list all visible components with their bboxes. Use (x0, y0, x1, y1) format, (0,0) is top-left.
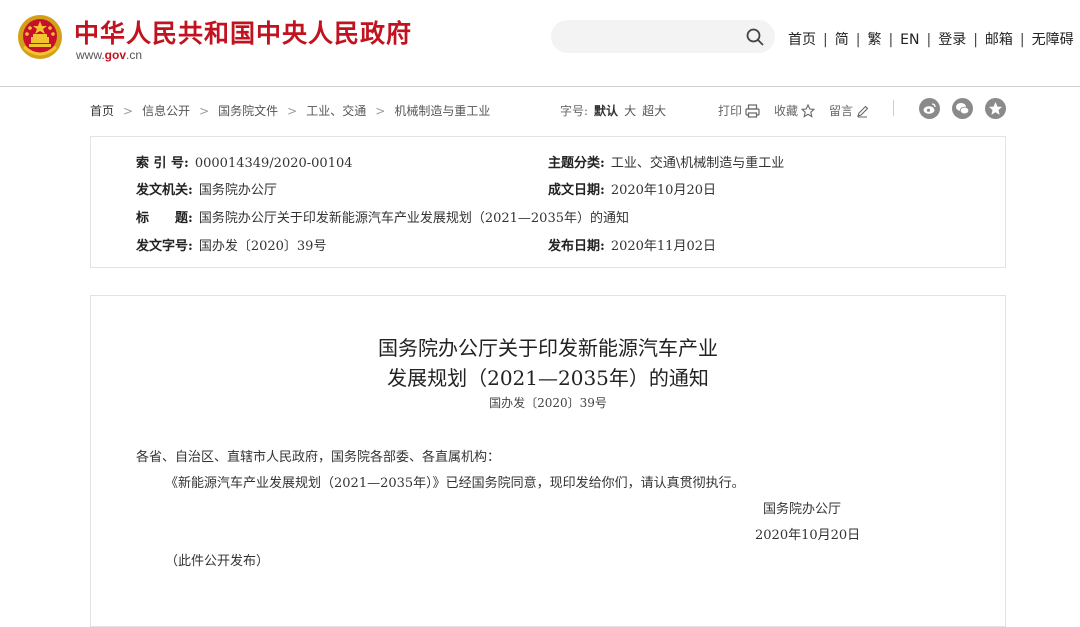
comment-button[interactable]: 留言 (829, 104, 869, 118)
nav-mail[interactable]: 邮箱 (985, 32, 1013, 48)
nav-separator: | (973, 32, 978, 48)
search-input[interactable] (563, 26, 737, 48)
nav-separator: | (926, 32, 932, 48)
nav-separator: | (823, 32, 828, 48)
toolbar-divider (893, 100, 894, 116)
article-title-line1: 国务院办公厅关于印发新能源汽车产业 (378, 336, 718, 360)
meta-title-value: 国务院办公厅关于印发新能源汽车产业发展规划（2021—2035年）的通知 (198, 211, 629, 226)
breadcrumb-industry-transport[interactable]: 工业、交通 (306, 104, 366, 118)
wechat-icon[interactable] (952, 98, 973, 119)
domain-brand: gov (104, 48, 127, 62)
wechat-glyph (956, 103, 970, 115)
nav-traditional[interactable]: 繁 (867, 32, 881, 48)
meta-published-value: 2020年11月02日 (610, 239, 716, 254)
breadcrumb-machinery[interactable]: 机械制造与重工业 (394, 104, 490, 118)
meta-written-date: 成文日期: 2020年10月20日 (548, 179, 716, 198)
site-title[interactable]: 中华人民共和国中央人民政府 (74, 14, 412, 50)
print-label: 打印 (718, 104, 743, 118)
meta-published-date: 发布日期: 2020年11月02日 (548, 235, 716, 254)
favorite-button[interactable]: 收藏 (774, 103, 816, 118)
favorite-label: 收藏 (774, 104, 799, 118)
meta-index-value: 000014349/2020-00104 (194, 156, 353, 171)
site-domain[interactable]: www.gov.cn (76, 48, 142, 62)
weibo-glyph (923, 103, 936, 114)
qzone-icon[interactable] (985, 98, 1006, 119)
printer-icon (745, 104, 760, 118)
chevron-right-icon: > (287, 104, 298, 118)
meta-issuer-value: 国务院办公厅 (198, 183, 277, 198)
article-tools: 打印 收藏 留言 (718, 102, 883, 119)
article-signature: 国务院办公厅 (763, 502, 842, 517)
font-size-large[interactable]: 大 (624, 104, 636, 118)
domain-prefix: www. (76, 48, 105, 62)
weibo-icon[interactable] (919, 98, 940, 119)
meta-index: 索 引 号: 000014349/2020-00104 (136, 152, 353, 171)
nav-accessibility[interactable]: 无障碍 (1032, 32, 1074, 48)
meta-title-label: 标 题: (136, 211, 193, 226)
search-icon[interactable] (745, 27, 765, 47)
pencil-icon (857, 105, 869, 118)
breadcrumb-state-council-docs[interactable]: 国务院文件 (218, 104, 278, 118)
font-size-selector: 字号: 默认大超大 (560, 102, 666, 119)
top-nav: 首页 | 简 | 繁 | EN | 登录 | 邮箱 | 无障碍 (788, 29, 1074, 49)
nav-home[interactable]: 首页 (788, 32, 816, 48)
breadcrumb: 首页 > 信息公开 > 国务院文件 > 工业、交通 > 机械制造与重工业 (90, 102, 490, 119)
site-header: 中华人民共和国中央人民政府 www.gov.cn 首页 | 简 | 繁 | EN | 登录 | 邮箱… (0, 0, 1080, 87)
meta-topic-label: 主题分类: (548, 156, 605, 171)
meta-issuer: 发文机关: 国务院办公厅 (136, 179, 277, 198)
article-paragraph: 《新能源汽车产业发展规划（2021—2035年）》已经国务院同意，现印发给你们，… (165, 476, 745, 491)
meta-issuer-label: 发文机关: (136, 183, 193, 198)
nav-separator: | (1019, 32, 1025, 48)
nav-simplified[interactable]: 简 (835, 32, 849, 48)
chevron-right-icon: > (199, 104, 210, 118)
domain-suffix: .cn (126, 48, 143, 62)
meta-published-label: 发布日期: (548, 239, 605, 254)
font-size-xlarge[interactable]: 超大 (642, 104, 666, 118)
article-title-line2: 发展规划（2021—2035年）的通知 (387, 366, 709, 390)
search-box (551, 20, 775, 53)
meta-title: 标 题: 国务院办公厅关于印发新能源汽车产业发展规划（2021—2035年）的通知 (136, 207, 629, 226)
breadcrumb-home[interactable]: 首页 (90, 104, 114, 118)
meta-written-value: 2020年10月20日 (610, 183, 716, 198)
qzone-glyph (989, 102, 1002, 115)
meta-index-label: 索 引 号: (136, 156, 189, 171)
nav-separator: | (888, 32, 894, 48)
meta-written-label: 成文日期: (548, 183, 605, 198)
article-date: 2020年10月20日 (755, 528, 861, 543)
nav-english[interactable]: EN (900, 32, 919, 48)
nav-separator: | (855, 32, 861, 48)
national-emblem-icon[interactable] (16, 13, 64, 61)
font-size-default[interactable]: 默认 (594, 104, 618, 118)
article-content: 国务院办公厅关于印发新能源汽车产业 发展规划（2021—2035年）的通知 国办… (90, 295, 1006, 627)
nav-login[interactable]: 登录 (938, 32, 966, 48)
article-recipients: 各省、自治区、直辖市人民政府，国务院各部委、各直属机构： (136, 450, 501, 465)
breadcrumb-bar: 首页 > 信息公开 > 国务院文件 > 工业、交通 > 机械制造与重工业 字号: 默认大超大 打印… (90, 98, 1006, 122)
article-publication-note: （此件公开发布） (165, 554, 270, 569)
font-size-label: 字号: (560, 104, 589, 118)
document-meta-table: 索 引 号: 000014349/2020-00104 主题分类: 工业、交通\机械… (90, 136, 1006, 268)
chevron-right-icon: > (375, 104, 386, 118)
meta-topic-value: 工业、交通\机械制造与重工业 (610, 156, 785, 171)
comment-label: 留言 (829, 104, 854, 118)
meta-docno-value: 国办发〔2020〕39号 (198, 239, 327, 254)
print-button[interactable]: 打印 (718, 104, 760, 118)
chevron-right-icon: > (123, 104, 134, 118)
article-doc-number: 国办发〔2020〕39号 (489, 396, 607, 410)
meta-docno-label: 发文字号: (136, 239, 193, 254)
breadcrumb-info-disclosure[interactable]: 信息公开 (142, 104, 190, 118)
star-icon (800, 103, 816, 118)
meta-topic: 主题分类: 工业、交通\机械制造与重工业 (548, 152, 784, 171)
meta-doc-number: 发文字号: 国办发〔2020〕39号 (136, 235, 326, 254)
